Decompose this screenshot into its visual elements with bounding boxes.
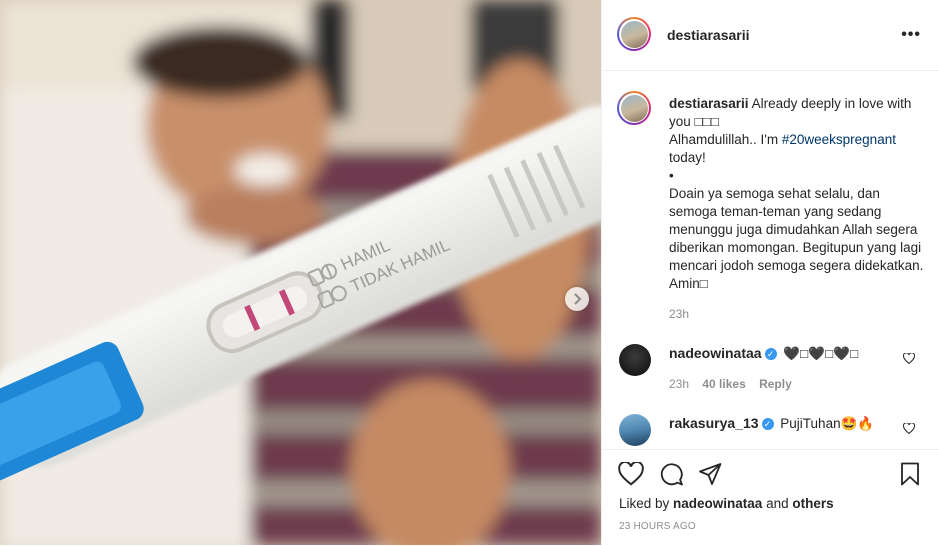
- caption-paragraph: Doain ya semoga sehat selalu, dan semoga…: [669, 186, 924, 291]
- caption-username[interactable]: destiarasarii: [669, 96, 749, 111]
- comment-text: rakasurya_13 ✓ PujiTuhan🤩🔥: [669, 415, 874, 432]
- caption-line2: Alhamdulillah.. I'm: [669, 132, 782, 147]
- verified-badge-icon: ✓: [761, 418, 774, 431]
- commenter-avatar[interactable]: [619, 414, 651, 446]
- caption-time[interactable]: 23h: [669, 307, 689, 321]
- liked-by-prefix: Liked by: [619, 496, 674, 511]
- post-photo[interactable]: HAMIL TIDAK HAMIL: [0, 0, 601, 545]
- post-side-panel: destiarasarii ••• destiarasarii Already …: [601, 0, 938, 545]
- comments-scroll-area[interactable]: destiarasarii Already deeply in love wit…: [602, 71, 938, 449]
- save-bookmark-icon[interactable]: [899, 462, 921, 486]
- commenter-username[interactable]: nadeowinataa: [669, 345, 762, 361]
- hashtag-link[interactable]: #20weekspregnant: [782, 132, 896, 147]
- like-comment-heart-icon[interactable]: [903, 353, 915, 364]
- liked-by-and: and: [762, 496, 793, 511]
- commenter-avatar[interactable]: [619, 344, 651, 376]
- liked-by-others[interactable]: others: [792, 496, 833, 511]
- comment-bubble-icon[interactable]: [659, 462, 684, 486]
- instagram-post-view: HAMIL TIDAK HAMIL destiarasarii ••• dest…: [0, 0, 938, 545]
- post-actions: Liked by nadeowinataa and others 23 HOUR…: [602, 449, 938, 546]
- comment-body: 🖤□🖤□🖤□: [783, 346, 859, 361]
- verified-badge-icon: ✓: [764, 348, 777, 361]
- comment-meta: 23h 40 likes Reply: [669, 377, 792, 391]
- author-username[interactable]: destiarasarii: [667, 27, 750, 43]
- caption-line3: today!: [669, 150, 706, 165]
- author-avatar[interactable]: [617, 17, 651, 51]
- caption-avatar[interactable]: [617, 91, 651, 125]
- liked-by-user[interactable]: nadeowinataa: [673, 496, 762, 511]
- comment-text: nadeowinataa ✓ 🖤□🖤□🖤□: [669, 345, 858, 362]
- comment-body: PujiTuhan🤩🔥: [780, 416, 875, 431]
- comment-time[interactable]: 23h: [669, 377, 689, 391]
- liked-by-text: Liked by nadeowinataa and others: [619, 496, 834, 511]
- post-time-ago[interactable]: 23 HOURS AGO: [619, 521, 696, 532]
- like-heart-icon[interactable]: [618, 462, 644, 486]
- post-header: destiarasarii •••: [602, 0, 938, 71]
- share-plane-icon[interactable]: [698, 462, 723, 486]
- reply-button[interactable]: Reply: [759, 377, 792, 391]
- next-photo-button[interactable]: [565, 287, 589, 311]
- more-options-icon[interactable]: •••: [901, 26, 921, 44]
- like-comment-heart-icon[interactable]: [903, 423, 915, 434]
- caption-bullet: •: [669, 168, 674, 183]
- pregnancy-test-photo: HAMIL TIDAK HAMIL: [0, 0, 601, 545]
- comment-likes[interactable]: 40 likes: [702, 377, 745, 391]
- post-caption: destiarasarii Already deeply in love wit…: [669, 95, 924, 293]
- commenter-username[interactable]: rakasurya_13: [669, 415, 759, 431]
- chevron-right-icon: [574, 293, 582, 305]
